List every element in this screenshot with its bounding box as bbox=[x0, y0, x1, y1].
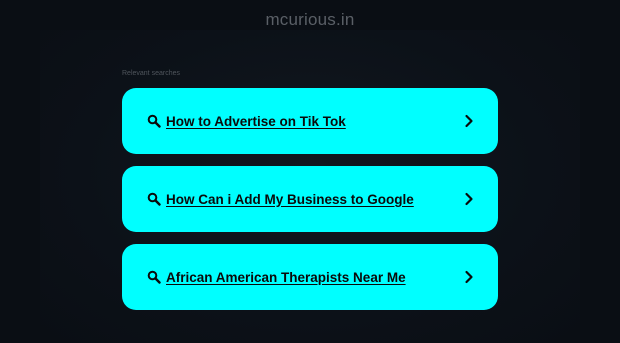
search-result-label[interactable]: How Can i Add My Business to Google bbox=[166, 192, 464, 207]
relevant-searches-list: How to Advertise on Tik Tok How Can i Ad… bbox=[122, 88, 498, 322]
search-icon bbox=[147, 270, 161, 284]
search-result-label[interactable]: How to Advertise on Tik Tok bbox=[166, 114, 464, 129]
site-domain-title: mcurious.in bbox=[265, 10, 355, 29]
search-result-label[interactable]: African American Therapists Near Me bbox=[166, 270, 464, 285]
search-icon bbox=[147, 114, 161, 128]
search-result-link[interactable]: African American Therapists Near Me bbox=[122, 244, 498, 310]
chevron-right-icon bbox=[464, 114, 474, 128]
search-icon bbox=[147, 192, 161, 206]
search-result-link[interactable]: How to Advertise on Tik Tok bbox=[122, 88, 498, 154]
relevant-searches-label: Relevant searches bbox=[122, 70, 180, 77]
chevron-right-icon bbox=[464, 192, 474, 206]
chevron-right-icon bbox=[464, 270, 474, 284]
search-result-link[interactable]: How Can i Add My Business to Google bbox=[122, 166, 498, 232]
